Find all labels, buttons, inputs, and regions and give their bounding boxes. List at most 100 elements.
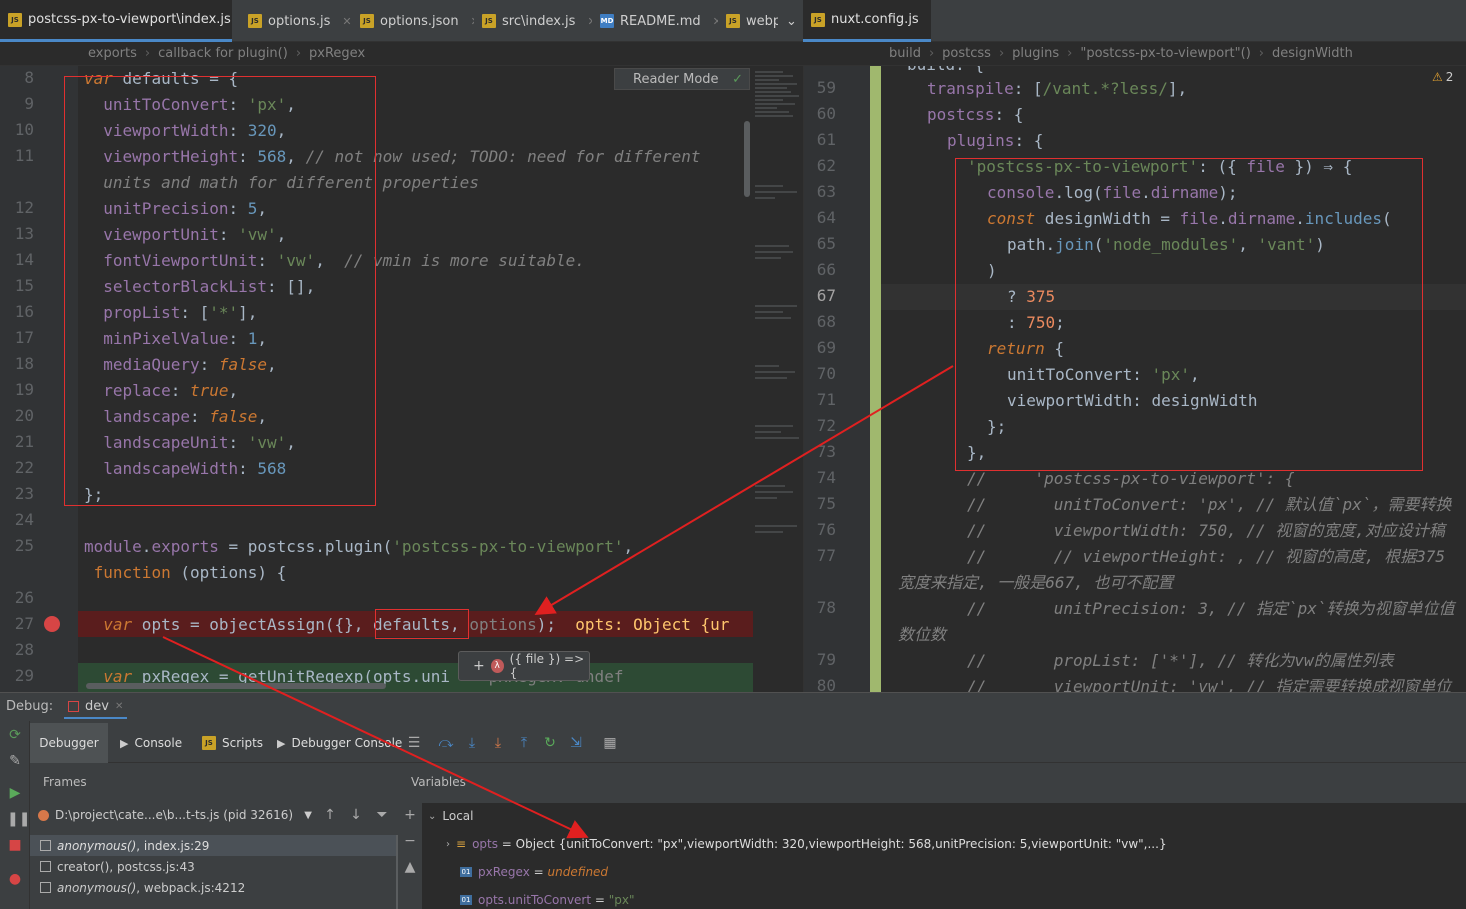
- warnings-indicator[interactable]: ⚠ 2: [1432, 70, 1453, 84]
- vertical-scrollbar[interactable]: [744, 121, 750, 197]
- pause-icon[interactable]: ❚❚: [7, 811, 30, 827]
- breadcrumb-item[interactable]: exports: [88, 46, 137, 61]
- line-number: 62: [816, 156, 836, 175]
- js-file-icon: JS: [8, 12, 22, 27]
- variable-name: pxRegex: [478, 865, 530, 879]
- tab-label: Debugger: [39, 736, 99, 750]
- frame-row[interactable]: anonymous(), index.js:29: [30, 835, 396, 856]
- line-number: 68: [816, 312, 836, 331]
- line-number: 73: [816, 442, 836, 461]
- minimap-lines-icon: [755, 71, 799, 533]
- breadcrumb-item[interactable]: designWidth: [1272, 46, 1353, 61]
- defaults-highlight-box: [64, 76, 376, 506]
- menu-icon[interactable]: ☰: [406, 735, 422, 751]
- local-scope-row[interactable]: ⌄ Local: [428, 809, 474, 823]
- code-line: transpile: [/vant.*?less/],: [927, 79, 1188, 98]
- variable-row[interactable]: 01 pxRegex = undefined: [460, 865, 608, 879]
- close-icon[interactable]: ✕: [115, 701, 123, 712]
- tab-index-js[interactable]: JS postcss-px-to-viewport\index.js ✕: [0, 0, 232, 42]
- session-icon: [68, 700, 79, 712]
- breadcrumb-item[interactable]: callback for plugin(): [158, 46, 288, 61]
- frame-row[interactable]: creator(), postcss.js:43: [30, 856, 396, 877]
- warning-icon: ⚠: [1432, 70, 1443, 84]
- frame-icon: [40, 882, 51, 893]
- step-out-icon[interactable]: ⤒: [516, 735, 532, 751]
- tab-console[interactable]: ▶ Console: [120, 723, 182, 763]
- wrench-icon[interactable]: ✎: [7, 753, 23, 769]
- line-number: 67: [816, 286, 836, 305]
- filter-icon[interactable]: ⏷: [374, 807, 390, 823]
- debug-panel: Debug: dev ✕ ⟳ ✎ ▶ ❚❚ ■ ● Debugger ▶ Con…: [0, 692, 1466, 909]
- lambda-icon: λ: [490, 659, 504, 673]
- variables-toolbar: + − ▲: [398, 803, 422, 909]
- horizontal-scrollbar[interactable]: [86, 683, 386, 689]
- reader-mode-button[interactable]: Reader Mode ✓: [614, 68, 750, 90]
- process-icon: [38, 809, 49, 821]
- tab-label: Debugger Console: [291, 736, 403, 750]
- variable-row[interactable]: 01 opts.unitToConvert = "px": [460, 893, 635, 907]
- line-number: 60: [816, 104, 836, 123]
- line-number: 64: [816, 208, 836, 227]
- line-number: 25: [14, 536, 34, 555]
- line-number: 74: [816, 468, 836, 487]
- tab-list-dropdown[interactable]: ⌄: [778, 0, 803, 42]
- variable-equals: =: [529, 865, 548, 879]
- tab-options-js[interactable]: JS options.js ✕: [240, 0, 352, 42]
- line-number: 69: [816, 338, 836, 357]
- tab-options-json[interactable]: JS options.json ✕: [352, 0, 474, 42]
- run-to-cursor-icon[interactable]: ⇲: [568, 735, 584, 751]
- breadcrumb-item[interactable]: postcss: [942, 46, 991, 61]
- tab-label: postcss-px-to-viewport\index.js: [28, 12, 231, 27]
- step-into-icon[interactable]: ⤓: [464, 735, 480, 751]
- code-line: // propList: ['*'], // 转化为vw的属性列表: [967, 651, 1394, 670]
- breadcrumb-item[interactable]: "postcss-px-to-viewport"(): [1080, 46, 1250, 61]
- line-number: 75: [816, 494, 836, 513]
- minus-icon[interactable]: −: [402, 833, 418, 849]
- tab-webp[interactable]: JS webp: [718, 0, 778, 42]
- line-number: 76: [816, 520, 836, 539]
- line-number: 59: [816, 78, 836, 97]
- arrow-up-icon[interactable]: ▲: [402, 859, 418, 875]
- arrow-up-icon[interactable]: ↑: [322, 807, 338, 823]
- tab-readme-md[interactable]: MD README.md ✕: [592, 0, 718, 42]
- debug-session-tab[interactable]: dev ✕: [64, 695, 128, 719]
- chevron-down-icon: ⌄: [428, 810, 437, 822]
- breadcrumb-item[interactable]: plugins: [1012, 46, 1059, 61]
- process-selector[interactable]: D:\project\cate...e\b...t-ts.js (pid 326…: [30, 803, 318, 827]
- tab-label: Console: [134, 736, 183, 750]
- tab-debugger[interactable]: Debugger: [30, 723, 108, 763]
- frame-row[interactable]: anonymous(), webpack.js:4212: [30, 877, 396, 898]
- markdown-file-icon: MD: [600, 14, 614, 28]
- code-line: function (options) {: [93, 563, 287, 582]
- tab-debugger-console[interactable]: ▶ Debugger Console: [277, 723, 402, 763]
- arrow-down-icon[interactable]: ↓: [348, 807, 364, 823]
- stop-icon[interactable]: ■: [7, 837, 23, 853]
- view-breakpoints-icon[interactable]: ●: [7, 871, 23, 887]
- line-number: 66: [816, 260, 836, 279]
- code-line: module.exports = postcss.plugin('postcss…: [84, 537, 634, 556]
- rerun-icon[interactable]: ⟳: [7, 727, 23, 743]
- variables-panel: ⌄ Local › ≡ opts = Object {unitToConvert…: [422, 803, 1466, 909]
- object-icon: ≡: [456, 837, 467, 851]
- minimap[interactable]: [753, 66, 803, 692]
- tab-label: README.md: [620, 13, 701, 29]
- restart-frame-icon[interactable]: ↻: [542, 735, 558, 751]
- breadcrumb-left: exports › callback for plugin() › pxRegex: [0, 42, 803, 66]
- step-over-icon[interactable]: ⤼: [438, 735, 454, 751]
- breadcrumb-item[interactable]: build: [889, 46, 921, 61]
- evaluate-expression-icon[interactable]: ▦: [602, 735, 618, 751]
- breakpoint-icon[interactable]: [44, 616, 60, 632]
- resume-icon[interactable]: ▶: [7, 785, 23, 801]
- plus-icon[interactable]: +: [402, 807, 418, 823]
- tab-scripts[interactable]: JS Scripts: [202, 723, 263, 763]
- chevron-down-icon: ▼: [304, 809, 312, 821]
- code-line: plugins: {: [947, 131, 1044, 150]
- tab-nuxt-config-js[interactable]: JS nuxt.config.js ✕: [803, 0, 931, 42]
- plus-icon[interactable]: +: [473, 658, 485, 674]
- close-icon[interactable]: ✕: [342, 15, 351, 28]
- force-step-into-icon[interactable]: ⤓: [490, 735, 506, 751]
- tab-src-index-js[interactable]: JS src\index.js ✕: [474, 0, 592, 42]
- vcs-change-marker: [870, 66, 881, 692]
- breadcrumb-item[interactable]: pxRegex: [309, 46, 365, 61]
- variable-row[interactable]: › ≡ opts = Object {unitToConvert: "px",v…: [446, 837, 1167, 851]
